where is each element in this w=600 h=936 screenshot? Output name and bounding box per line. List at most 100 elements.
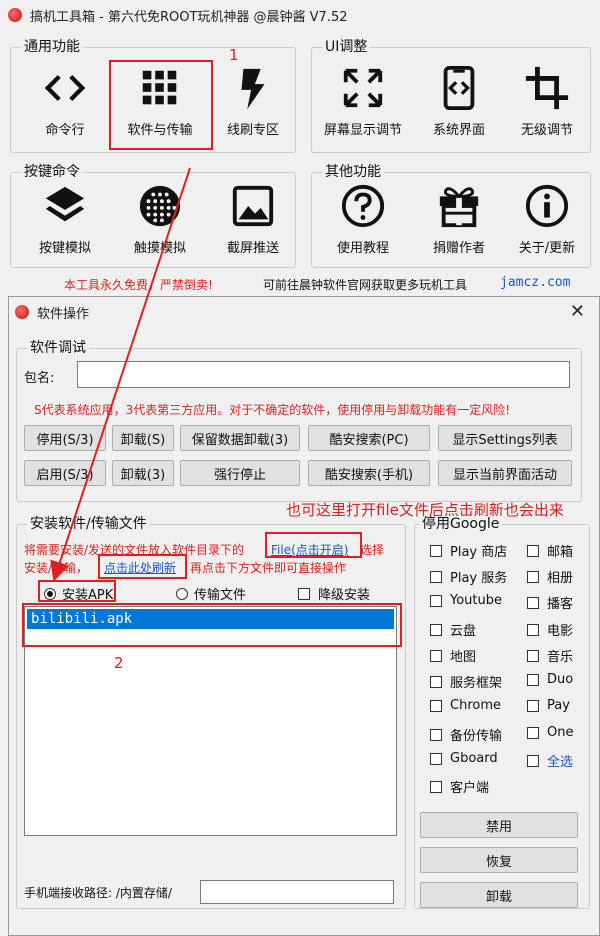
group-common-legend: 通用功能 [21, 39, 83, 55]
coolapk-search-phone-button[interactable]: 酷安搜索(手机) [308, 460, 430, 486]
google-checkbox-youtube[interactable]: Youtube [430, 593, 502, 608]
google-checkbox-music[interactable]: 音乐 [527, 646, 573, 665]
google-checkbox-pay[interactable]: Pay [527, 698, 570, 713]
command-line-button[interactable]: 命令行 [20, 58, 110, 146]
donate-button[interactable]: 捐赠作者 [414, 176, 504, 264]
google-checkbox-client[interactable]: 客户端 [430, 777, 489, 796]
google-uninstall-button[interactable]: 卸载 [420, 882, 578, 908]
google-item-label: Pay [547, 698, 570, 713]
checkbox-icon [430, 544, 442, 557]
donate-label: 捐赠作者 [432, 241, 485, 256]
google-checkbox-services-framework[interactable]: 服务框架 [430, 672, 502, 691]
google-checkbox-chrome[interactable]: Chrome [430, 698, 501, 713]
google-checkbox-movies[interactable]: 电影 [527, 620, 573, 639]
uninstall-s-button[interactable]: 卸载(S) [112, 425, 174, 451]
checkbox-icon [430, 649, 442, 662]
checkbox-icon [527, 544, 539, 557]
dialog-app-icon [15, 305, 29, 319]
image-icon [232, 185, 274, 227]
transfer-file-radio[interactable]: 传输文件 [176, 584, 246, 603]
google-checkbox-play-store[interactable]: Play 商店 [430, 541, 507, 560]
annotation-box-file-link [265, 532, 362, 558]
group-disable-google-legend: 停用Google [419, 516, 503, 532]
google-checkbox-backup-transport[interactable]: 备份传输 [430, 725, 502, 744]
screen-display-button[interactable]: 屏幕显示调节 [318, 58, 408, 146]
expand-icon [343, 68, 383, 108]
google-checkbox-podcasts[interactable]: 播客 [527, 593, 573, 612]
free-warning-text: 本工具永久免费，严禁倒卖! [64, 278, 213, 292]
google-restore-button[interactable]: 恢复 [420, 847, 578, 873]
downgrade-install-checkbox[interactable]: 降级安装 [298, 584, 370, 603]
google-item-label: 相册 [547, 571, 574, 586]
touch-simulate-button[interactable]: 触摸模拟 [115, 176, 205, 264]
google-checkbox-play-services[interactable]: Play 服务 [430, 567, 507, 586]
dialog-titlebar: 软件操作 [9, 297, 599, 327]
google-checkbox-duo[interactable]: Duo [527, 672, 573, 687]
keep-data-uninstall-button[interactable]: 保留数据卸载(3) [180, 425, 300, 451]
key-simulate-button[interactable]: 按键模拟 [20, 176, 110, 264]
show-current-activity-button[interactable]: 显示当前界面活动 [438, 460, 572, 486]
receive-path-input[interactable] [200, 880, 394, 904]
package-name-input[interactable] [77, 361, 570, 388]
show-settings-list-button[interactable]: 显示Settings列表 [438, 425, 572, 451]
google-checkbox-gmail[interactable]: 邮箱 [527, 541, 573, 560]
google-checkbox-one[interactable]: One [527, 725, 573, 740]
system-ui-button[interactable]: 系统界面 [414, 58, 504, 146]
google-item-label: One [547, 725, 574, 740]
checkbox-icon [298, 587, 310, 600]
command-line-label: 命令行 [45, 123, 85, 138]
close-icon[interactable]: ✕ [570, 301, 585, 322]
google-item-label: 全选 [547, 755, 574, 770]
google-checkbox-photos[interactable]: 相册 [527, 567, 573, 586]
screenshot-push-button[interactable]: 截屏推送 [208, 176, 298, 264]
google-item-label: Chrome [450, 698, 501, 713]
layers-icon [45, 186, 85, 222]
google-checkbox-select-all[interactable]: 全选 [527, 751, 573, 770]
group-install-transfer-legend: 安装软件/传输文件 [27, 516, 150, 532]
annotation-box-refresh-link [98, 554, 187, 579]
group-ui-legend: UI调整 [322, 39, 371, 55]
enable-s3-button[interactable]: 启用(S/3) [24, 460, 106, 486]
checkbox-icon [430, 752, 442, 765]
phone-code-icon [443, 65, 475, 111]
google-item-label: Duo [547, 672, 574, 687]
google-item-label: 电影 [547, 624, 574, 639]
google-item-label: Gboard [450, 751, 498, 766]
about-update-button[interactable]: 关于/更新 [502, 176, 592, 264]
key-simulate-label: 按键模拟 [38, 241, 91, 256]
google-disable-button[interactable]: 禁用 [420, 812, 578, 838]
force-stop-button[interactable]: 强行停止 [180, 460, 300, 486]
google-checkbox-drive[interactable]: 云盘 [430, 620, 476, 639]
disable-s3-button[interactable]: 停用(S/3) [24, 425, 106, 451]
tutorial-label: 使用教程 [336, 241, 389, 256]
website-link[interactable]: jamcz.com [500, 275, 570, 290]
checkbox-icon [527, 570, 539, 583]
google-checkbox-gboard[interactable]: Gboard [430, 751, 498, 766]
checkbox-icon [430, 623, 442, 636]
code-icon [44, 74, 86, 102]
annotation-number-2: 2 [114, 654, 124, 672]
checkbox-icon [527, 596, 539, 609]
crop-icon [525, 66, 569, 110]
stepless-adjust-button[interactable]: 无级调节 [502, 58, 592, 146]
coolapk-search-pc-button[interactable]: 酷安搜索(PC) [308, 425, 430, 451]
transfer-file-label: 传输文件 [194, 588, 247, 603]
annotation-box-file-item [22, 603, 402, 647]
tutorial-button[interactable]: 使用教程 [318, 176, 408, 264]
uninstall-3-button[interactable]: 卸载(3) [112, 460, 174, 486]
google-item-label: 播客 [547, 597, 574, 612]
dialog-title: 软件操作 [37, 306, 90, 322]
main-window-title: 搞机工具箱 - 第六代免ROOT玩机神器 @晨钟酱 V7.52 [30, 9, 348, 25]
flash-zone-button[interactable]: 线刷专区 [208, 58, 298, 146]
checkbox-icon [527, 754, 539, 767]
google-checkbox-maps[interactable]: 地图 [430, 646, 476, 665]
help-icon [341, 184, 385, 228]
screenshot-push-label: 截屏推送 [226, 241, 279, 256]
annotation-box-software-transfer [109, 60, 213, 150]
google-item-label: 音乐 [547, 650, 574, 665]
checkbox-icon [527, 726, 539, 739]
google-item-label: Play 商店 [450, 545, 508, 560]
main-window: 搞机工具箱 - 第六代免ROOT玩机神器 @晨钟酱 V7.52 通用功能 命令行… [0, 0, 600, 296]
flash-zone-label: 线刷专区 [226, 123, 279, 138]
annotation-box-install-apk [38, 580, 116, 602]
